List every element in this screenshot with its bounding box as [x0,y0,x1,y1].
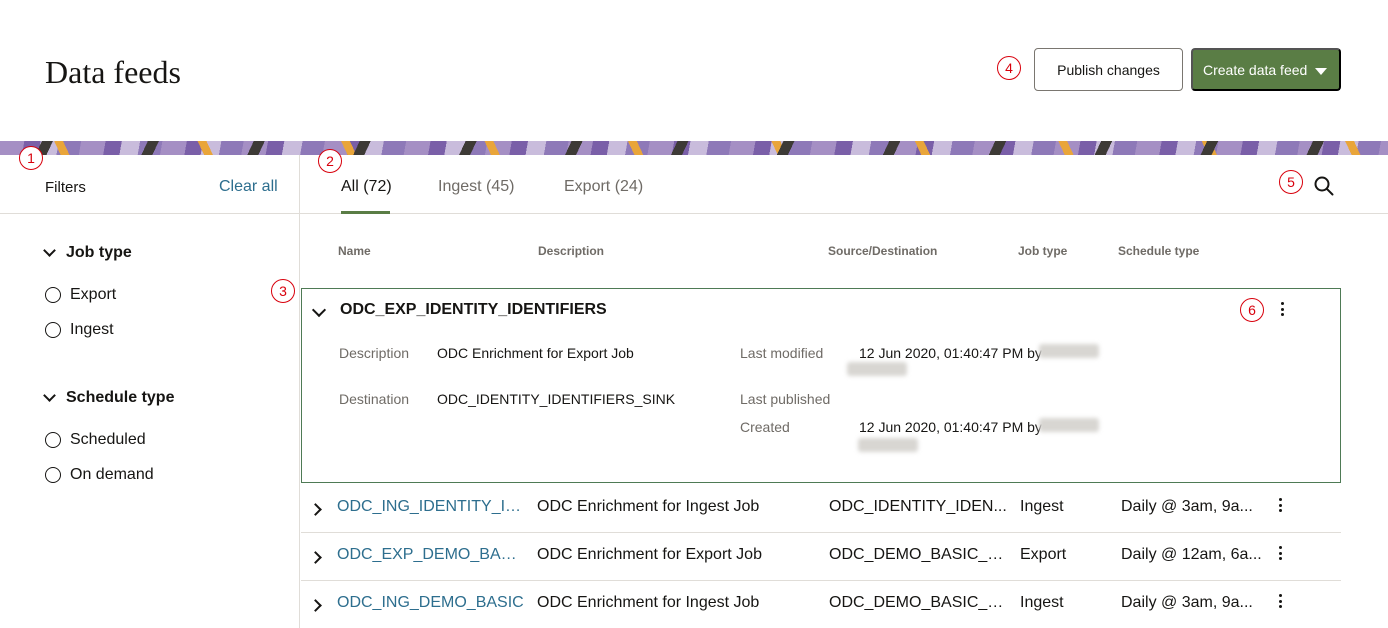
filter-group-title: Schedule type [66,389,175,406]
callout-5: 5 [1279,170,1303,194]
callout-2: 2 [318,149,342,173]
search-icon[interactable] [1314,176,1334,196]
data-feed-job-type: Export [1020,546,1067,563]
more-actions-icon[interactable] [1278,594,1282,608]
chevron-down-icon[interactable] [311,302,327,318]
filter-option-export[interactable]: Export [45,286,116,304]
data-feed-name: ODC_EXP_IDENTITY_IDENTIFIERS [340,301,607,318]
chevron-right-icon[interactable] [309,503,322,516]
data-feed-name-link[interactable]: ODC_ING_IDENTITY_ID... [337,498,525,516]
page-title: Data feeds [45,54,181,90]
filter-group-title: Job type [66,244,132,261]
last-published-label: Last published [740,391,831,407]
table-row[interactable]: ODC_ING_DEMO_BASIC ODC Enrichment for In… [301,581,1341,628]
filter-sidebar [0,214,300,628]
create-data-feed-label: Create data feed [1203,61,1308,78]
filter-option-label: Ingest [70,321,114,338]
column-header-description[interactable]: Description [538,244,604,258]
data-feed-schedule: Daily @ 3am, 9a... [1121,498,1253,515]
description-label: Description [339,345,410,361]
redacted-user-name [847,362,907,376]
data-feed-source: ODC_DEMO_BASIC_S... [829,594,1007,611]
chevron-right-icon[interactable] [309,599,322,612]
data-feed-description: ODC Enrichment for Ingest Job [537,594,760,611]
create-data-feed-button[interactable]: Create data feed [1191,48,1341,91]
description-value: ODC Enrichment for Export Job [437,345,634,361]
more-actions-icon[interactable] [1280,302,1284,316]
redacted-user-name [858,438,918,452]
column-header-source-destination[interactable]: Source/Destination [828,244,937,258]
column-header-job-type[interactable]: Job type [1018,244,1067,258]
data-feed-source: ODC_DEMO_BASIC_SI... [829,546,1007,563]
chevron-down-icon [43,389,56,402]
data-feed-source: ODC_IDENTITY_IDEN... [829,498,1007,515]
data-feed-job-type: Ingest [1020,594,1064,611]
column-header-name[interactable]: Name [338,244,371,258]
chevron-right-icon[interactable] [309,551,322,564]
last-modified-label: Last modified [740,345,824,361]
publish-changes-button[interactable]: Publish changes [1034,48,1183,91]
filter-option-label: Export [70,286,117,303]
redacted-user-name [1039,418,1099,432]
data-feed-description: ODC Enrichment for Export Job [537,546,762,563]
filter-option-label: On demand [70,466,154,483]
filters-header: Filters Clear all [0,155,300,214]
data-feed-schedule: Daily @ 12am, 6a... [1121,546,1262,563]
created-value: 12 Jun 2020, 01:40:47 PM by [859,419,1042,435]
data-feed-name-link[interactable]: ODC_ING_DEMO_BASIC [337,594,525,612]
radio-button[interactable] [45,432,61,448]
filters-label: Filters [45,179,86,196]
tab-export[interactable]: Export (24) [564,178,643,196]
table-row[interactable]: ODC_ING_IDENTITY_ID... ODC Enrichment fo… [301,485,1341,533]
data-feed-name-link[interactable]: ODC_EXP_DEMO_BASIC [337,546,525,564]
data-feed-job-type: Ingest [1020,498,1064,515]
caret-down-icon[interactable] [1315,68,1327,75]
active-tab-indicator [341,211,390,214]
chevron-down-icon [43,244,56,257]
table-row[interactable]: ODC_EXP_DEMO_BASIC ODC Enrichment for Ex… [301,533,1341,581]
tab-all[interactable]: All (72) [341,178,392,196]
filter-option-scheduled[interactable]: Scheduled [45,431,146,449]
destination-value: ODC_IDENTITY_IDENTIFIERS_SINK [437,391,676,407]
filter-option-ingest[interactable]: Ingest [45,321,114,339]
tab-ingest[interactable]: Ingest (45) [438,178,514,196]
callout-1: 1 [19,146,43,170]
clear-all-link[interactable]: Clear all [219,178,278,196]
more-actions-icon[interactable] [1278,498,1282,512]
redacted-user-name [1039,344,1099,358]
data-feed-description: ODC Enrichment for Ingest Job [537,498,760,515]
data-feed-schedule: Daily @ 3am, 9a... [1121,594,1253,611]
column-header-schedule-type[interactable]: Schedule type [1118,244,1199,258]
filter-group-job-type[interactable]: Job type [43,244,132,262]
radio-button[interactable] [45,467,61,483]
radio-button[interactable] [45,322,61,338]
radio-button[interactable] [45,287,61,303]
last-modified-value: 12 Jun 2020, 01:40:47 PM by [859,345,1042,361]
filter-group-schedule-type[interactable]: Schedule type [43,389,175,407]
callout-6: 6 [1240,298,1264,322]
callout-3: 3 [271,279,295,303]
expanded-data-feed-row: ODC_EXP_IDENTITY_IDENTIFIERS Description… [301,288,1341,483]
created-label: Created [740,419,790,435]
filter-option-on-demand[interactable]: On demand [45,466,154,484]
more-actions-icon[interactable] [1278,546,1282,560]
callout-4: 4 [997,56,1021,80]
decorative-banner [0,141,1388,155]
filter-option-label: Scheduled [70,431,146,448]
tabs-bar: All (72) Ingest (45) Export (24) [300,155,1388,214]
destination-label: Destination [339,391,410,407]
